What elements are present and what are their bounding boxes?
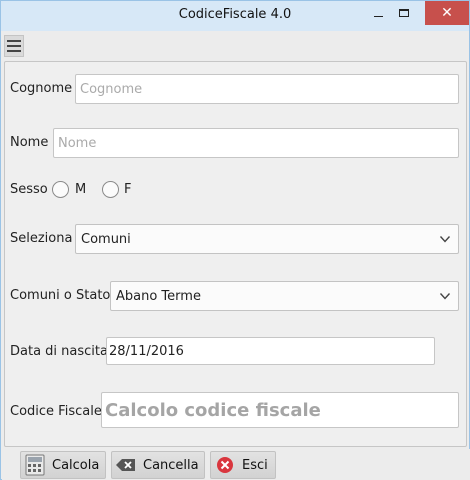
- close-button[interactable]: ✕: [425, 1, 469, 25]
- cognome-field[interactable]: [75, 74, 459, 104]
- maximize-icon: [399, 9, 409, 17]
- codice-fiscale-label: Codice Fiscale: [10, 404, 102, 419]
- comune-value: Abano Terme: [116, 288, 201, 304]
- form-panel: Cognome Nome Sesso M F Seleziona Comuni …: [4, 61, 467, 447]
- app-window: CodiceFiscale 4.0 ✕ Cognome Nome Sesso M…: [0, 0, 470, 480]
- data-nascita-label: Data di nascita: [10, 344, 108, 359]
- calcola-button[interactable]: Calcola: [20, 451, 106, 479]
- menu-button[interactable]: [4, 35, 24, 57]
- title-bar[interactable]: CodiceFiscale 4.0 ✕: [1, 1, 469, 31]
- backspace-icon: [115, 454, 137, 476]
- close-icon: ✕: [441, 5, 453, 21]
- comune-dropdown[interactable]: Abano Terme: [110, 281, 459, 311]
- comune-label: Comuni o Stato: [10, 288, 111, 303]
- maximize-button[interactable]: [389, 1, 419, 25]
- nome-label: Nome: [10, 135, 49, 150]
- seleziona-label: Seleziona: [10, 231, 73, 246]
- sesso-m-radio[interactable]: [52, 181, 69, 198]
- calculator-icon: [24, 454, 46, 476]
- sesso-f-radio[interactable]: [102, 181, 119, 198]
- esci-button[interactable]: Esci: [210, 451, 276, 479]
- cancella-button[interactable]: Cancella: [111, 451, 205, 479]
- codice-fiscale-output: Calcolo codice fiscale: [101, 392, 459, 428]
- hamburger-icon: [7, 40, 21, 42]
- chevron-down-icon: [439, 293, 451, 300]
- data-nascita-field[interactable]: 28/11/2016: [106, 337, 435, 365]
- sesso-f-label[interactable]: F: [124, 182, 131, 197]
- exit-icon: [214, 454, 236, 476]
- sesso-label: Sesso: [10, 182, 48, 197]
- seleziona-dropdown[interactable]: Comuni: [75, 224, 459, 254]
- cognome-label: Cognome: [10, 81, 73, 96]
- nome-field[interactable]: [53, 128, 459, 158]
- seleziona-value: Comuni: [81, 231, 131, 247]
- minimize-icon: [373, 15, 383, 17]
- chevron-down-icon: [439, 236, 451, 243]
- sesso-m-label[interactable]: M: [75, 182, 86, 197]
